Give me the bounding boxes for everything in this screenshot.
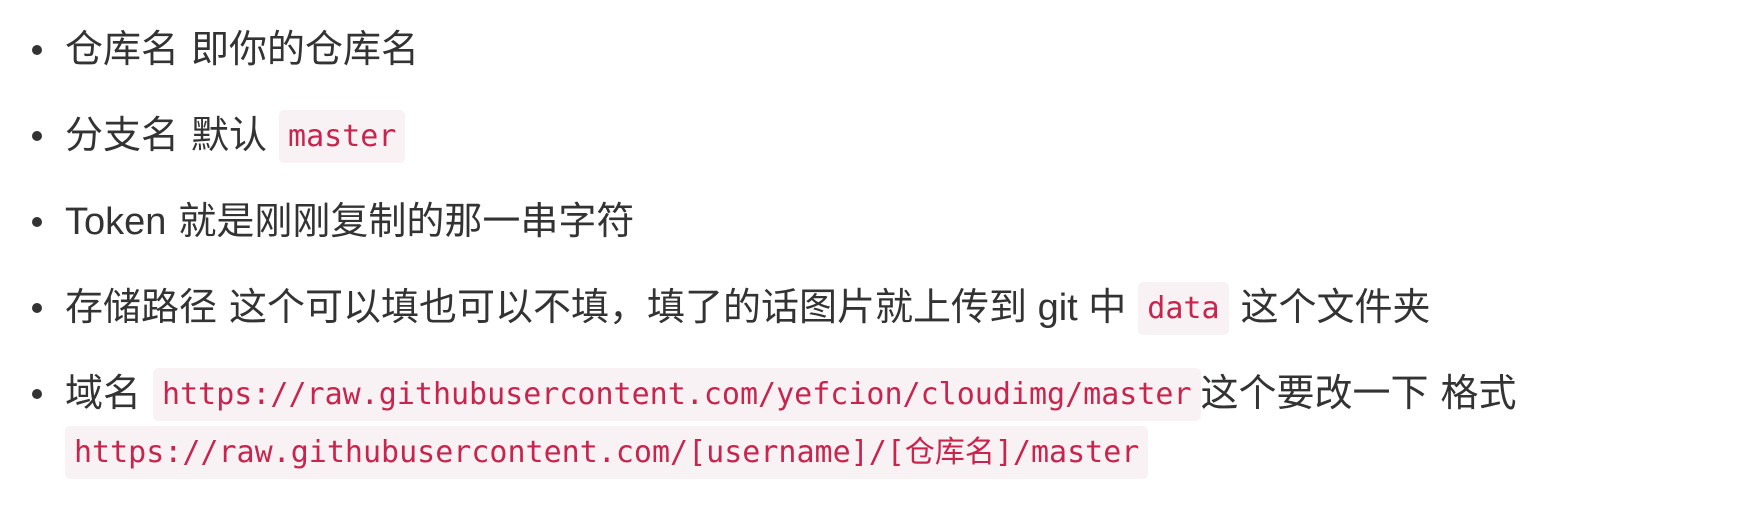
inline-code-format: https://raw.githubusercontent.com/[usern… [65,426,1149,479]
item-description: 这个可以填也可以不填，填了的话图片就上传到 git 中 [229,287,1127,329]
bullet-icon [32,45,42,55]
item-description: 即你的仓库名 [191,29,420,71]
item-description-suffix: 这个文件夹 [1240,287,1431,329]
document-page: { "list": { "items": [ { "text1": "仓库名",… [0,0,1751,531]
inline-code: master [279,110,406,163]
item-description: 这个要改一下 [1200,373,1429,415]
list-item-content: 存储路径 这个可以填也可以不填，填了的话图片就上传到 git 中 data 这个文件夹 [65,281,1431,336]
list-item-content: 仓库名 即你的仓库名 [65,23,419,77]
item-label: Token [65,201,167,243]
inline-code: data [1138,282,1229,335]
bullet-icon [32,303,42,313]
item-label: 存储路径 [65,287,218,329]
item-label: 仓库名 [65,29,180,71]
list-item-continuation: https://raw.githubusercontent.com/[usern… [65,425,1149,480]
item-label: 分支名 [65,115,180,157]
inline-code: https://raw.githubusercontent.com/yefcio… [153,368,1201,421]
bullet-icon [32,131,42,141]
list-item-content: 分支名 默认 master [65,109,406,164]
item-description-suffix: 格式 [1440,373,1517,415]
item-label: 域名 [65,373,142,415]
list-item-content: Token 就是刚刚复制的那一串字符 [65,195,634,249]
list-item-content: 域名 https://raw.githubusercontent.com/yefc… [65,367,1517,422]
bullet-icon [32,389,42,399]
item-description: 就是刚刚复制的那一串字符 [178,201,635,243]
item-description: 默认 [191,115,268,157]
bullet-icon [32,217,42,227]
